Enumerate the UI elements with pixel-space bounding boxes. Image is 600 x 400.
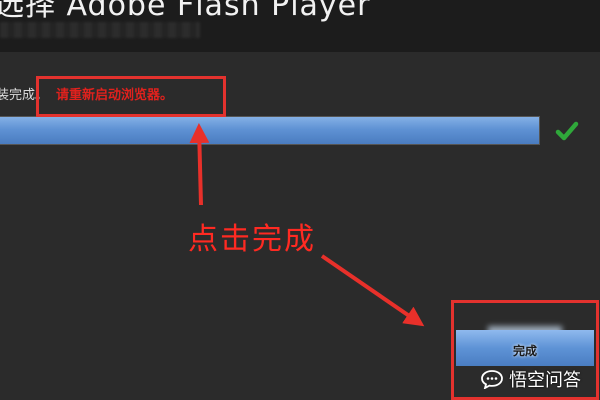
- check-icon: [555, 121, 579, 141]
- callout-click-finish: 点击完成: [188, 222, 316, 257]
- arrow-to-finish-button: [320, 254, 425, 327]
- window-title: 选择 Adobe Flash Player: [0, 0, 371, 23]
- watermark-text: 悟空问答: [509, 370, 581, 391]
- window-header: 选择 Adobe Flash Player: [0, 0, 600, 52]
- status-highlight-box: [36, 76, 226, 117]
- install-progress-bar: [0, 116, 540, 145]
- chat-bubble-icon: [481, 370, 503, 389]
- install-progress-fill: [0, 117, 539, 144]
- watermark: 悟空问答: [480, 364, 581, 394]
- window-subtitle-blurred: [0, 22, 200, 38]
